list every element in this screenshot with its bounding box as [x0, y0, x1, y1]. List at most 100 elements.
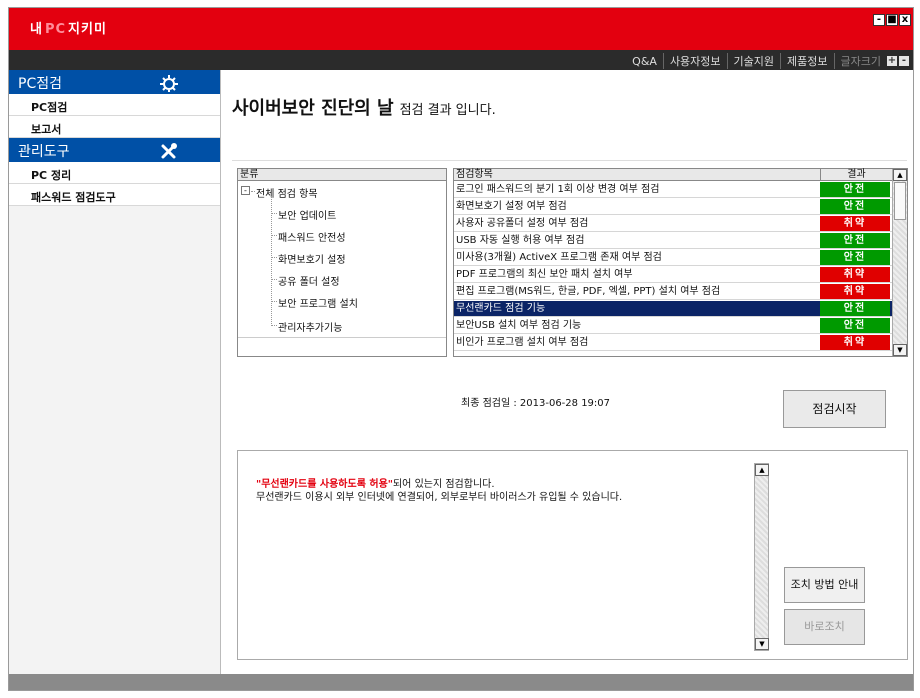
page-title-main: 사이버보안 진단의 날: [232, 98, 394, 119]
font-increase-button[interactable]: +: [887, 56, 897, 66]
scroll-down-button[interactable]: ▼: [893, 344, 907, 356]
sidebar-section-admin-tools[interactable]: 관리도구: [9, 138, 220, 162]
grid-header: 점검항목 결과: [454, 169, 892, 181]
tree-root[interactable]: 전체 점검 항목: [256, 185, 318, 200]
check-results-grid: 점검항목 결과 로그인 패스워드의 분기 1회 이상 변경 여부 점검 안전 화면보…: [453, 168, 908, 357]
minimize-button[interactable]: -: [873, 14, 885, 26]
detail-panel: "무선랜카드를 사용하도록 허용"되어 있는지 점검합니다. 무선랜카드 이용시…: [237, 450, 908, 660]
table-row[interactable]: 편집 프로그램(MS워드, 한글, PDF, 엑셀, PPT) 설치 여부 점검…: [454, 284, 892, 300]
app-title-pc: PC: [44, 22, 67, 37]
app-title-suffix: 지키미: [68, 22, 107, 37]
tools-icon: [161, 143, 177, 159]
check-item-label: 로그인 패스워드의 분기 1회 이상 변경 여부 점검: [456, 184, 660, 195]
tree-item[interactable]: 보안 프로그램 설치: [278, 295, 358, 310]
sidebar-item-pc-cleanup[interactable]: PC 정리: [9, 162, 220, 184]
fix-guide-button[interactable]: 조치 방법 안내: [784, 567, 865, 603]
tree-bottom-line: [238, 337, 446, 338]
tree-connector: [271, 279, 277, 280]
result-badge: 취약: [820, 335, 890, 350]
table-row[interactable]: PDF 프로그램의 최신 보안 패치 설치 여부 취약: [454, 267, 892, 283]
font-size-label: 글자크기: [833, 53, 885, 69]
top-nav-bar: Q&A 사용자정보 기술지원 제품정보 글자크기 + -: [9, 50, 913, 70]
sidebar: PC점검 PC점검 보고서 관리도구 PC 정리 패스워드 점검도구: [9, 70, 221, 674]
scroll-up-button[interactable]: ▲: [893, 169, 907, 181]
tree-connector: [271, 213, 277, 214]
table-row[interactable]: USB 자동 실행 허용 여부 점검 안전: [454, 233, 892, 249]
grid-header-item: 점검항목: [456, 169, 493, 180]
table-row[interactable]: 사용자 공유폴더 설정 여부 점검 취약: [454, 216, 892, 232]
tree-item[interactable]: 관리자추가기능: [278, 319, 342, 334]
start-check-button[interactable]: 점검시작: [783, 390, 886, 428]
check-item-label: PDF 프로그램의 최신 보안 패치 설치 여부: [456, 269, 633, 280]
table-row[interactable]: 보안USB 설치 여부 점검 기능 안전: [454, 318, 892, 334]
scroll-up-button[interactable]: ▲: [755, 464, 769, 476]
result-badge: 취약: [820, 267, 890, 282]
tree-connector: [271, 257, 277, 258]
top-nav: Q&A 사용자정보 기술지원 제품정보 글자크기 + -: [626, 53, 909, 69]
result-badge: 취약: [820, 284, 890, 299]
tree-connector: [271, 325, 277, 326]
check-item-label: 사용자 공유폴더 설정 여부 점검: [456, 218, 589, 229]
sidebar-section-label: 관리도구: [18, 144, 70, 160]
table-row[interactable]: 화면보호기 설정 여부 점검 안전: [454, 199, 892, 215]
table-row[interactable]: 무선랜카드 점검 기능 안전: [454, 301, 892, 317]
result-badge: 안전: [820, 199, 890, 214]
check-item-label: 미사용(3개월) ActiveX 프로그램 존재 여부 점검: [456, 252, 662, 263]
table-row[interactable]: 비인가 프로그램 설치 여부 점검 취약: [454, 335, 892, 351]
nav-tech-support[interactable]: 기술지원: [726, 53, 780, 69]
divider: [232, 160, 907, 161]
check-item-label: USB 자동 실행 허용 여부 점검: [456, 235, 585, 246]
result-badge: 안전: [820, 318, 890, 333]
detail-scrollbar[interactable]: ▲ ▼: [754, 463, 769, 651]
tree-item[interactable]: 보안 업데이트: [278, 207, 336, 222]
tree-item[interactable]: 공유 폴더 설정: [278, 273, 340, 288]
gear-icon: [160, 75, 178, 92]
status-bar: [9, 674, 913, 690]
result-badge: 안전: [820, 250, 890, 265]
grid-header-result: 결과: [820, 169, 892, 180]
title-bar: 내 PC 지키미 - ■ x: [9, 8, 913, 50]
maximize-button[interactable]: ■: [886, 14, 898, 26]
sidebar-item-pc-check[interactable]: PC점검: [9, 94, 220, 116]
check-item-label: 화면보호기 설정 여부 점검: [456, 201, 567, 212]
tree-item[interactable]: 패스워드 안전성: [278, 229, 346, 244]
app-title: 내 PC 지키미: [30, 18, 107, 37]
result-badge: 취약: [820, 216, 890, 231]
app-title-prefix: 내: [30, 22, 43, 37]
result-badge: 안전: [820, 233, 890, 248]
font-decrease-button[interactable]: -: [899, 56, 909, 66]
check-item-label: 편집 프로그램(MS워드, 한글, PDF, 엑셀, PPT) 설치 여부 점검: [456, 286, 721, 297]
main-content: 사이버보안 진단의 날 점검 결과 입니다. 분류 - 전체 점검 항목 보안 업…: [222, 70, 913, 674]
sidebar-item-password-tool[interactable]: 패스워드 점검도구: [9, 184, 220, 206]
sidebar-item-report[interactable]: 보고서: [9, 116, 220, 138]
tree-header: 분류: [238, 169, 446, 181]
table-row[interactable]: 로그인 패스워드의 분기 1회 이상 변경 여부 점검 안전: [454, 182, 892, 198]
tree-connector: [271, 301, 277, 302]
category-tree: 분류 - 전체 점검 항목 보안 업데이트 패스워드 안전성 화면보호기 설정 …: [237, 168, 447, 357]
nav-product-info[interactable]: 제품정보: [780, 53, 833, 69]
sidebar-section-pc-check[interactable]: PC점검: [9, 70, 220, 94]
nav-user-info[interactable]: 사용자정보: [662, 53, 727, 69]
quick-fix-button[interactable]: 바로조치: [784, 609, 865, 645]
sidebar-section-label: PC점검: [18, 76, 62, 92]
tree-collapse-toggle[interactable]: -: [241, 186, 250, 195]
app-window: 내 PC 지키미 - ■ x Q&A 사용자정보 기술지원 제품정보 글자크기 + …: [8, 7, 914, 691]
page-title-sub: 점검 결과 입니다.: [399, 103, 496, 118]
tree-connector: [251, 191, 255, 192]
grid-scrollbar[interactable]: ▲ ▼: [892, 169, 907, 356]
check-item-label: 비인가 프로그램 설치 여부 점검: [456, 337, 589, 348]
result-badge: 안전: [820, 182, 890, 197]
tree-connector: [271, 196, 272, 326]
scroll-thumb[interactable]: [894, 182, 906, 220]
result-badge: 안전: [820, 301, 890, 316]
table-row[interactable]: 미사용(3개월) ActiveX 프로그램 존재 여부 점검 안전: [454, 250, 892, 266]
check-item-label: 무선랜카드 점검 기능: [456, 303, 546, 314]
check-item-label: 보안USB 설치 여부 점검 기능: [456, 320, 582, 331]
close-button[interactable]: x: [899, 14, 911, 26]
last-check-date: 최종 점검일 : 2013-06-28 19:07: [461, 398, 611, 409]
detail-text-line2: 무선랜카드 이용시 외부 인터넷에 연결되어, 외부로부터 바이러스가 유입될 …: [256, 492, 623, 503]
nav-qna[interactable]: Q&A: [626, 55, 663, 68]
tree-item[interactable]: 화면보호기 설정: [278, 251, 346, 266]
tree-connector: [271, 235, 277, 236]
scroll-down-button[interactable]: ▼: [755, 638, 769, 650]
